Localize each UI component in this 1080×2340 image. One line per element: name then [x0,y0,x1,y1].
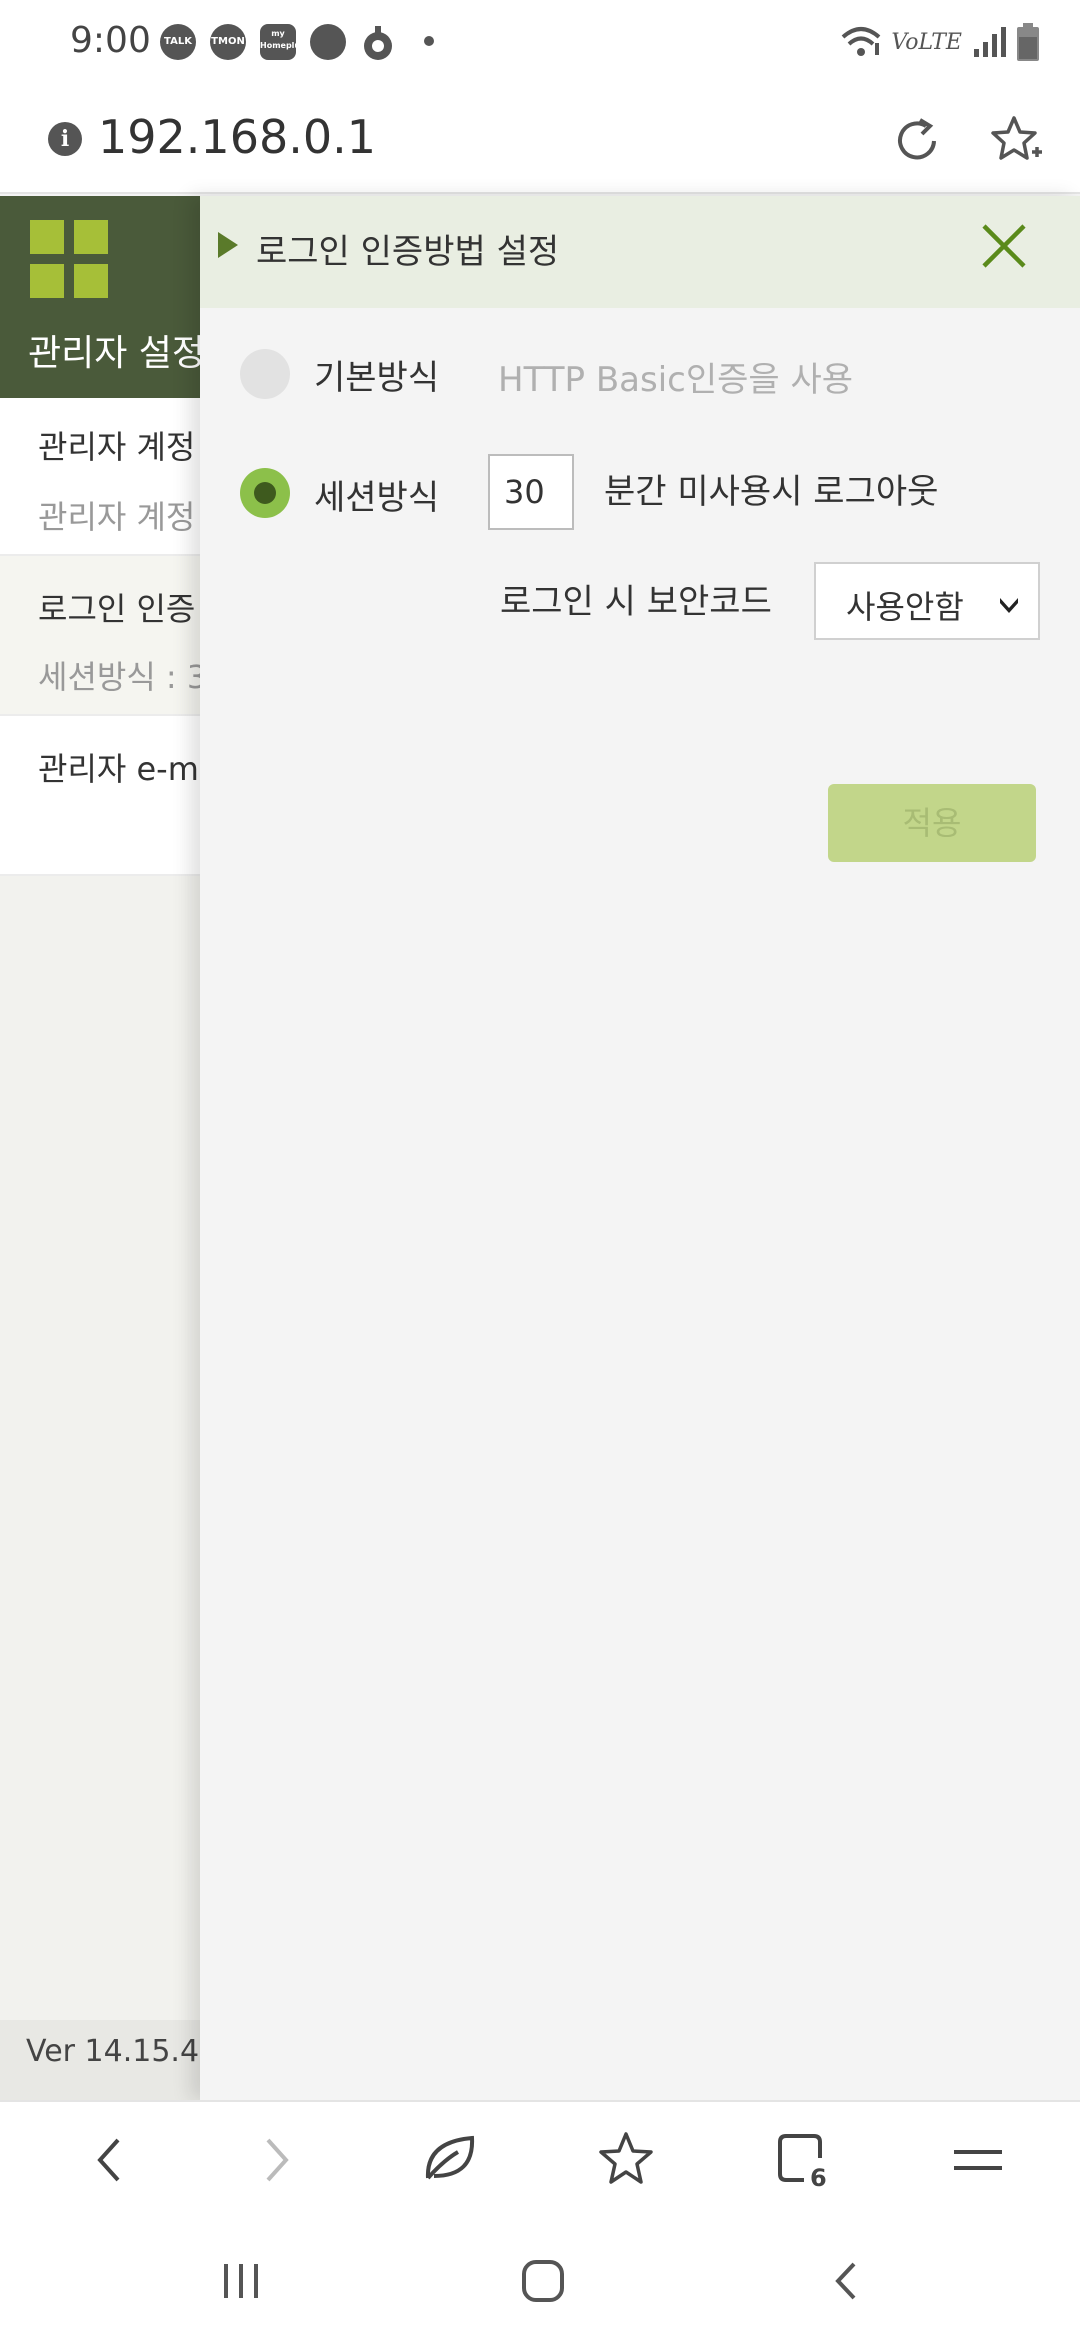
session-minutes-input[interactable]: 30 [488,454,574,530]
more-notifications-dot [424,36,434,46]
bookmarks-icon[interactable] [594,2128,658,2192]
recent-apps-icon[interactable] [216,2256,266,2306]
chat-bubble-icon [310,24,346,60]
browser-toolbar: 6 [0,2100,1080,2220]
admin-title: 관리자 설정 [28,333,206,374]
list-item-subtitle: 세션방식 : 3 [38,658,208,696]
option-basic-label: 기본방식 [314,358,440,398]
logo-icon [30,220,108,298]
add-bookmark-icon[interactable] [988,112,1044,168]
tmon-icon: TMON [210,24,246,60]
panel-title: 로그인 인증방법 설정 [256,232,560,272]
site-info-icon[interactable]: i [48,122,82,156]
volte-indicator: VoLTE [891,29,962,55]
radio-session[interactable] [240,468,290,518]
list-item-subtitle: 관리자 계정 [38,498,196,536]
system-back-icon[interactable] [822,2256,872,2306]
signal-icon [974,27,1006,57]
leaf-icon[interactable] [418,2128,482,2192]
url-bar[interactable]: i 192.168.0.1 [0,84,1080,194]
chevron-down-icon [1000,598,1018,613]
mascot-icon [364,26,392,60]
homeplus-icon: my Homeplus [260,24,305,60]
tabs-icon[interactable]: 6 [772,2128,836,2192]
version-label: Ver 14.15.4 [26,2034,200,2069]
security-code-select[interactable]: 사용안함 [814,562,1040,640]
kakaotalk-icon: TALK [160,24,196,60]
list-item-title: 관리자 e-m [38,750,199,788]
status-bar: 9:00 TALK TMON my Homeplus VoLTE [0,0,1080,84]
security-code-label: 로그인 시 보안코드 [500,582,772,622]
apply-button[interactable]: 적용 [828,784,1036,862]
triangle-right-icon [218,232,238,258]
home-icon[interactable] [518,2256,568,2306]
option-basic-description: HTTP Basic인증을 사용 [498,360,854,400]
menu-icon[interactable] [946,2128,1010,2192]
panel-header: 로그인 인증방법 설정 [200,196,1080,308]
list-item-title: 관리자 계정 [38,428,196,466]
security-code-value: 사용안함 [846,588,964,626]
back-icon[interactable] [78,2128,142,2192]
option-session-label: 세션방식 [314,478,440,518]
url-text[interactable]: 192.168.0.1 [98,110,376,164]
status-time: 9:00 [70,20,151,61]
reload-icon[interactable] [890,114,944,168]
system-nav [0,2220,1080,2340]
system-icons: VoLTE [841,20,1040,64]
login-auth-panel: 로그인 인증방법 설정 기본방식 HTTP Basic인증을 사용 세션방식 3… [200,196,1080,2100]
tab-count: 6 [810,2164,827,2192]
wifi-icon [842,27,881,56]
session-timeout-label: 분간 미사용시 로그아웃 [604,472,939,512]
close-icon[interactable] [980,222,1028,270]
radio-basic[interactable] [240,349,290,399]
battery-icon [1017,23,1039,61]
list-item-title: 로그인 인증 [38,590,196,628]
forward-icon[interactable] [244,2128,308,2192]
